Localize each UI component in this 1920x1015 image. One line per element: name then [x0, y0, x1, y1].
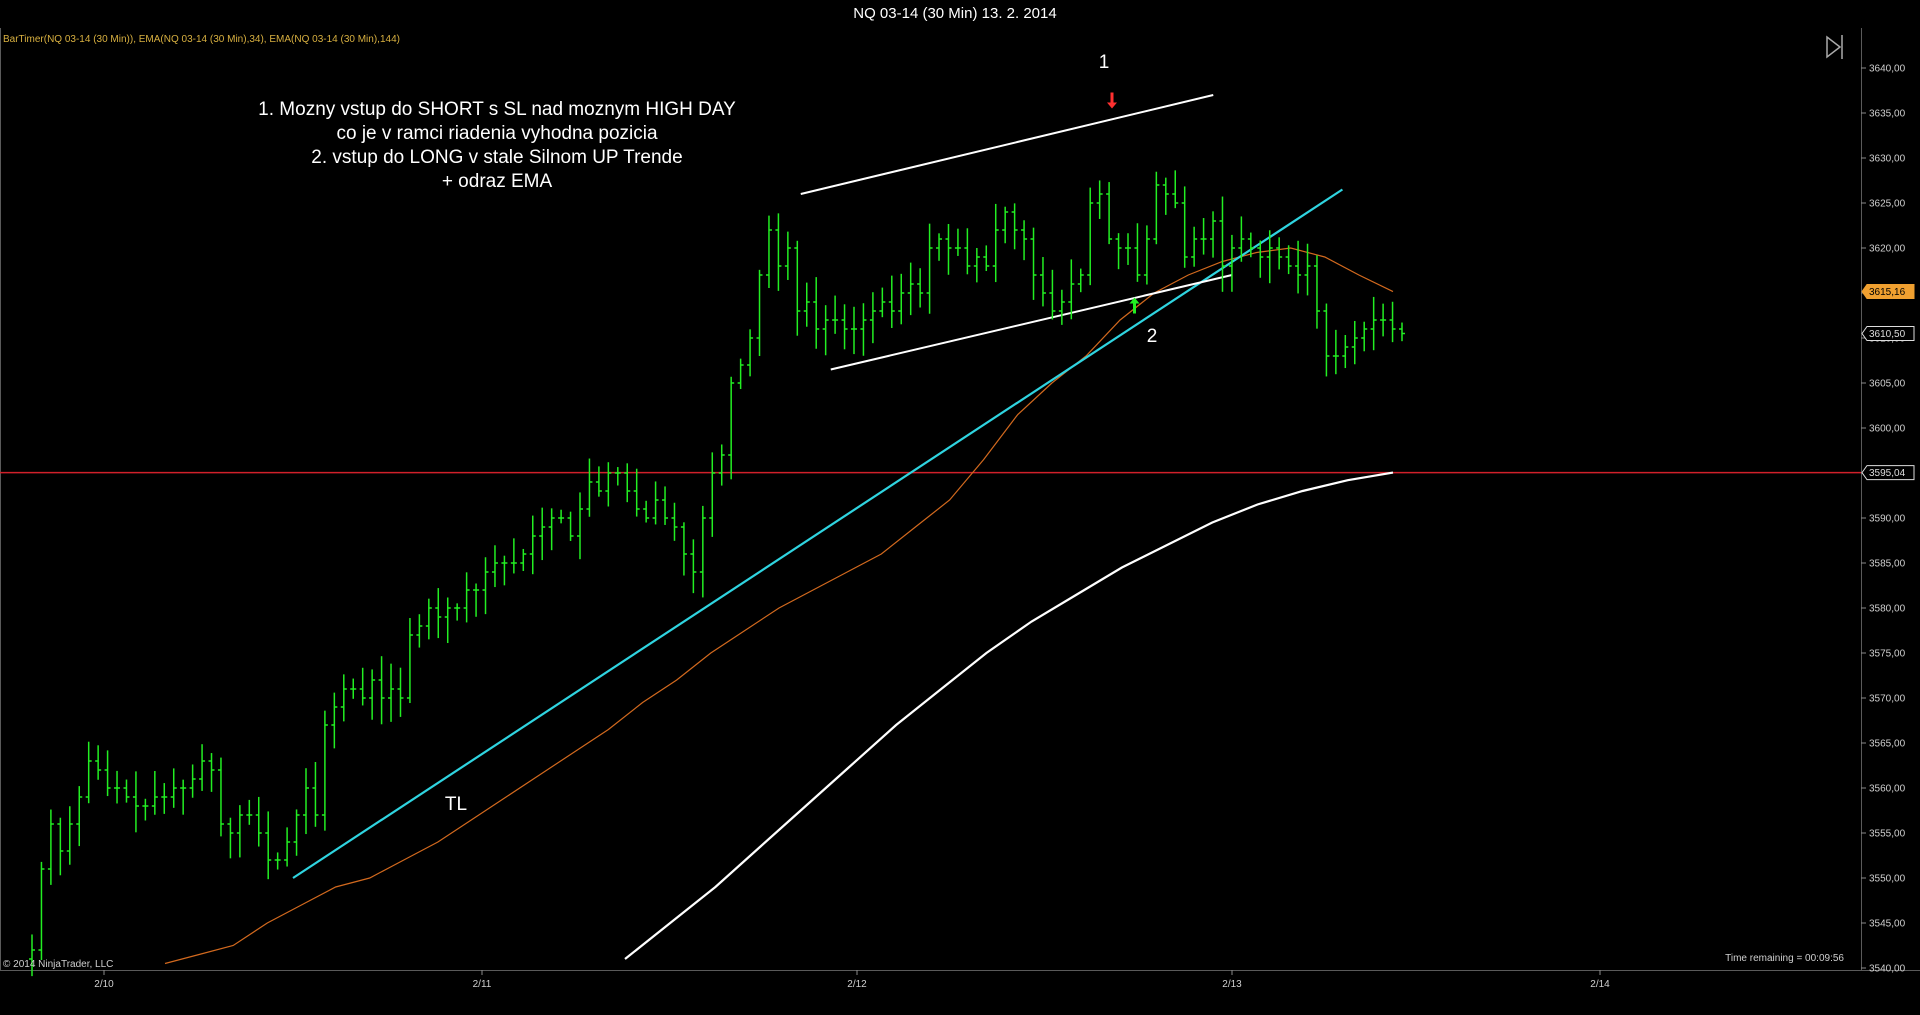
y-tick-label-11: 3585,00 [1869, 559, 1906, 570]
last-price-tag-text: 3610,50 [1869, 329, 1906, 340]
x-tick-label-4: 2/14 [1590, 979, 1610, 990]
x-tick-label-1: 2/11 [473, 979, 492, 990]
window-title: NQ 03-14 (30 Min) 13. 2. 2014 [853, 5, 1057, 22]
ema144-price-tag-text: 3595,04 [1869, 468, 1906, 479]
chart-background [0, 28, 1920, 1015]
indicator-label: BarTimer(NQ 03-14 (30 Min)), EMA(NQ 03-1… [3, 34, 400, 45]
y-tick-label-7: 3605,00 [1869, 379, 1906, 390]
y-tick-label-14: 3570,00 [1869, 694, 1906, 705]
y-tick-label-17: 3555,00 [1869, 829, 1906, 840]
copyright-text: © 2014 NinjaTrader, LLC [3, 959, 113, 970]
y-tick-label-13: 3575,00 [1869, 649, 1906, 660]
y-tick-label-2: 3630,00 [1869, 154, 1906, 165]
ema144-price-tag: 3595,04 [1861, 465, 1915, 481]
label-1: 1 [1099, 52, 1110, 73]
y-tick-label-3: 3625,00 [1869, 199, 1906, 210]
ema34-price-tag: 3615,16 [1861, 284, 1915, 300]
window-title-bar: NQ 03-14 (30 Min) 13. 2. 2014 [0, 0, 1920, 29]
label-tl: TL [445, 794, 467, 815]
x-tick-label-2: 2/12 [847, 979, 867, 990]
y-tick-label-0: 3640,00 [1869, 64, 1906, 75]
y-tick-label-20: 3540,00 [1869, 964, 1906, 975]
y-tick-label-8: 3600,00 [1869, 424, 1906, 435]
x-tick-label-3: 2/13 [1222, 979, 1242, 990]
y-tick-label-4: 3620,00 [1869, 244, 1906, 255]
y-tick-label-15: 3565,00 [1869, 739, 1906, 750]
note-line-4: + odraz EMA [442, 171, 553, 192]
x-tick-label-0: 2/10 [94, 979, 114, 990]
label-2: 2 [1147, 326, 1158, 347]
note-line-3: 2. vstup do LONG v stale Silnom UP Trend… [311, 147, 682, 168]
y-tick-label-18: 3550,00 [1869, 874, 1906, 885]
time-remaining: Time remaining = 00:09:56 [1725, 953, 1844, 964]
note-line-1: 1. Mozny vstup do SHORT s SL nad moznym … [258, 99, 736, 120]
y-tick-label-19: 3545,00 [1869, 919, 1906, 930]
y-tick-label-10: 3590,00 [1869, 514, 1906, 525]
note-line-2: co je v ramci riadenia vyhodna pozicia [336, 123, 657, 144]
last-price-tag: 3610,50 [1861, 326, 1915, 341]
y-tick-label-1: 3635,00 [1869, 109, 1906, 120]
ema34-price-tag-text: 3615,16 [1869, 287, 1906, 298]
y-tick-label-16: 3560,00 [1869, 784, 1906, 795]
price-chart[interactable]: 3640,00 3635,00 3630,00 3625,00 3620,00 3615,… [0, 28, 1920, 1015]
y-tick-label-12: 3580,00 [1869, 604, 1906, 615]
